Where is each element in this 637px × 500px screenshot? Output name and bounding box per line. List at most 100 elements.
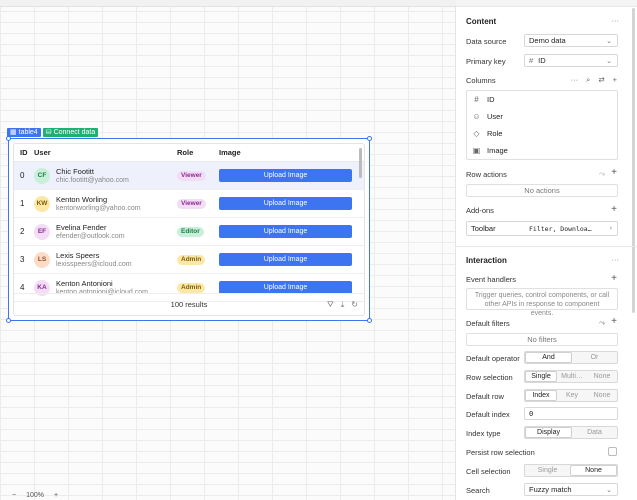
column-type-icon: ◇ — [473, 129, 480, 138]
results-count: 100 results — [170, 300, 208, 309]
column-item[interactable]: ☺ User — [467, 108, 617, 125]
role-badge: Viewer — [177, 171, 206, 181]
default-row-index[interactable]: Index — [525, 390, 557, 401]
column-label: Image — [487, 146, 508, 155]
primary-key-label: Primary key — [466, 57, 506, 66]
zoom-level[interactable]: 100% — [26, 492, 44, 499]
zoom-in-button[interactable]: + — [54, 492, 58, 499]
avatar: KW — [34, 195, 50, 212]
default-operator-label: Default operator — [466, 354, 520, 363]
column-item[interactable]: # ID — [467, 91, 617, 108]
user-email: efender@outlook.com — [56, 232, 125, 240]
default-row-none[interactable]: None — [587, 390, 617, 401]
interaction-more-icon[interactable]: ··· — [612, 255, 620, 264]
add-column-icon[interactable]: + — [613, 75, 617, 85]
cell-id: 3 — [20, 255, 25, 264]
refresh-icon[interactable]: ↻ — [351, 300, 358, 310]
editor-canvas[interactable]: ▦ table4 ⛁ Connect data ID User Role Ima… — [0, 0, 456, 500]
event-handlers-label: Event handlers — [466, 275, 517, 284]
inspector-scrollbar[interactable] — [632, 8, 635, 313]
data-source-select[interactable]: Demo data ⌄ — [524, 34, 618, 47]
upload-image-button[interactable]: Upload Image — [219, 169, 352, 182]
resize-handle-bottom-left[interactable] — [6, 318, 11, 323]
upload-image-button[interactable]: Upload Image — [219, 225, 352, 238]
table-scrollbar[interactable] — [359, 148, 362, 178]
header-image[interactable]: Image — [219, 148, 354, 157]
row-selection-none[interactable]: None — [587, 371, 617, 382]
toolbar-addon-label: Toolbar — [471, 224, 496, 233]
operator-and[interactable]: And — [525, 352, 572, 363]
cell-image: Upload Image — [219, 253, 354, 266]
index-type-data[interactable]: Data — [572, 427, 617, 438]
add-row-action-icon[interactable]: + — [611, 167, 617, 178]
table-row[interactable]: 1 KW Kenton Worling kentonworling@yahoo.… — [14, 190, 364, 218]
index-type-toggle: Display Data — [524, 426, 618, 439]
cell-role: Admin — [177, 282, 219, 293]
add-addon-icon[interactable]: + — [611, 204, 617, 215]
default-index-label: Default index — [466, 410, 510, 419]
link-icon[interactable]: ⤳ — [599, 318, 605, 328]
upload-image-button[interactable]: Upload Image — [219, 197, 352, 210]
toolbar-addon-row[interactable]: Toolbar Filter, Downloa… › — [466, 221, 618, 236]
addons-label: Add-ons — [466, 206, 494, 215]
row-selection-multi[interactable]: Multi… — [557, 371, 587, 382]
table-row[interactable]: 2 EF Evelina Fender efender@outlook.com … — [14, 218, 364, 246]
cell-user: LS Lexis Speers lexisspeers@icloud.com — [34, 251, 177, 269]
user-info: Lexis Speers lexisspeers@icloud.com — [56, 251, 132, 269]
cell-selection-toggle: Single None — [524, 464, 618, 477]
hash-icon: # — [529, 56, 534, 65]
column-type-icon: ▣ — [472, 146, 481, 155]
user-info: Evelina Fender efender@outlook.com — [56, 223, 125, 241]
default-row-key[interactable]: Key — [557, 390, 587, 401]
more-icon[interactable]: ··· — [571, 75, 579, 85]
cell-selection-none[interactable]: None — [570, 465, 617, 476]
data-source-value: Demo data — [529, 36, 566, 45]
row-selection-single[interactable]: Single — [525, 371, 557, 382]
role-badge: Editor — [177, 227, 204, 237]
add-event-handler-icon[interactable]: + — [611, 273, 617, 284]
sync-icon[interactable]: ⇄ — [598, 75, 604, 85]
cell-selection-single[interactable]: Single — [525, 465, 570, 476]
database-icon: ⛁ — [45, 129, 52, 136]
column-item[interactable]: ◇ Role — [467, 125, 617, 142]
table-row[interactable]: 0 CF Chic Footitt chic.footitt@yahoo.com… — [14, 162, 364, 190]
operator-or[interactable]: Or — [572, 352, 617, 363]
header-role[interactable]: Role — [177, 148, 219, 157]
cell-id: 1 — [20, 199, 25, 208]
content-more-icon[interactable]: ··· — [612, 16, 620, 25]
zoom-out-button[interactable]: − — [12, 492, 16, 499]
index-type-display[interactable]: Display — [525, 427, 572, 438]
chevron-down-icon: ⌄ — [606, 486, 612, 494]
column-item[interactable]: ▣ Image — [467, 142, 617, 159]
search-icon[interactable]: ⌕ — [586, 75, 590, 85]
default-index-input[interactable]: 0 — [524, 407, 618, 420]
table-row[interactable]: 3 LS Lexis Speers lexisspeers@icloud.com… — [14, 246, 364, 274]
table-component-frame[interactable]: ID User Role Image 0 CF Chic Footitt chi… — [6, 136, 372, 323]
resize-handle-bottom-right[interactable] — [367, 318, 372, 323]
search-label: Search — [466, 486, 490, 495]
toolbar-addon-value: Filter, Downloa… — [529, 224, 592, 233]
filter-icon[interactable]: ⛛ — [327, 300, 334, 310]
resize-handle-top-left[interactable] — [6, 136, 11, 141]
connect-data-tag[interactable]: ⛁ Connect data — [42, 128, 99, 137]
no-actions-box: No actions — [466, 184, 618, 197]
link-icon[interactable]: ⤳ — [599, 169, 605, 179]
search-mode-select[interactable]: Fuzzy match ⌄ — [524, 483, 618, 496]
default-filters-label: Default filters — [466, 319, 510, 328]
cell-role: Editor — [177, 226, 219, 237]
resize-handle-top-right[interactable] — [367, 136, 372, 141]
download-icon[interactable]: ⤓ — [341, 300, 345, 310]
add-filter-icon[interactable]: + — [611, 316, 617, 327]
persist-selection-checkbox[interactable] — [608, 447, 617, 456]
header-id[interactable]: ID — [14, 148, 34, 157]
primary-key-value: ID — [538, 56, 546, 65]
component-name-tag[interactable]: ▦ table4 — [7, 128, 41, 137]
component-name-label: table4 — [18, 129, 38, 136]
avatar: CF — [34, 167, 50, 184]
table-header: ID User Role Image — [14, 144, 364, 162]
upload-image-button[interactable]: Upload Image — [219, 253, 352, 266]
inspector-panel: Content ··· Data source Demo data ⌄ Prim… — [456, 0, 637, 500]
user-info: Kenton Worling kentonworling@yahoo.com — [56, 195, 141, 213]
header-user[interactable]: User — [34, 148, 177, 157]
primary-key-select[interactable]: # ID ⌄ — [524, 54, 618, 67]
